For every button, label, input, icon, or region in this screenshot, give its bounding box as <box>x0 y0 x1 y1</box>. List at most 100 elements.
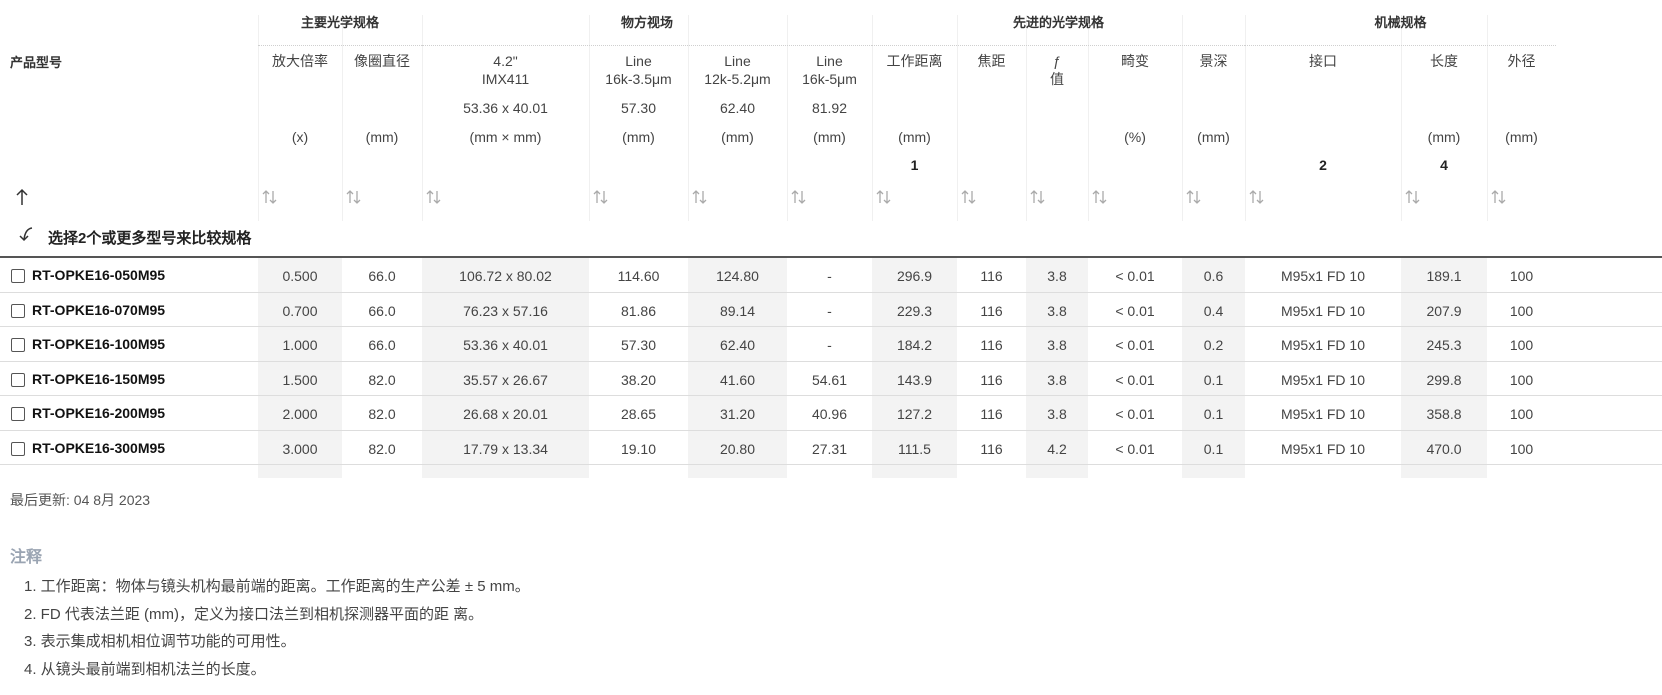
column-header-line: 值 <box>1050 71 1064 87</box>
compare-checkbox[interactable] <box>11 407 25 421</box>
column-note-ref: 4 <box>1440 157 1448 173</box>
column-unit: (mm) <box>365 129 399 145</box>
cell-l35: 57.30 <box>620 337 657 353</box>
column-header-line: IMX411 <box>481 71 530 87</box>
column-header-len[interactable]: 长度 <box>1401 52 1487 70</box>
column-header-mag[interactable]: 放大倍率 <box>258 52 342 70</box>
column-header-line: 景深 <box>1199 53 1228 69</box>
column-header-l5[interactable]: Line 16k-5μm <box>787 52 872 88</box>
model-column-header[interactable]: 产品型号 <box>10 52 62 71</box>
sort-arrows-icon[interactable] <box>1185 188 1205 208</box>
column-reference-value: 53.36 x 40.01 <box>463 100 548 116</box>
cell-wd: 229.3 <box>896 302 933 319</box>
arrow-up-icon[interactable] <box>14 187 30 207</box>
cell-l5: - <box>827 302 832 319</box>
column-header-line: ƒ <box>1053 53 1061 69</box>
cell-od: 100 <box>1509 268 1534 284</box>
sort-arrows-icon[interactable] <box>261 188 281 208</box>
column-header-l52[interactable]: Line 12k-5.2μm <box>688 52 787 88</box>
model-link[interactable]: RT-OPKE16-150M95 <box>32 371 165 387</box>
table-row[interactable]: RT-OPKE16-050M95 0.500 66.0 106.72 x 80.02 1… <box>0 258 1662 294</box>
column-header-line: 放大倍率 <box>272 53 328 69</box>
column-header-l35[interactable]: Line 16k-3.5μm <box>589 52 688 88</box>
sort-arrows-icon[interactable] <box>1404 188 1424 208</box>
sort-arrows-icon[interactable] <box>691 188 711 208</box>
cell-l52: 62.40 <box>719 337 756 353</box>
column-header-line: 长度 <box>1430 53 1458 69</box>
sort-arrows-icon[interactable] <box>1248 188 1268 208</box>
model-link[interactable]: RT-OPKE16-300M95 <box>32 440 165 456</box>
cell-dof: 0.2 <box>1203 337 1224 353</box>
sort-arrows-icon[interactable] <box>790 188 810 208</box>
sort-arrows-icon[interactable] <box>1091 188 1111 208</box>
cell-mount: M95x1 FD 10 <box>1280 440 1366 457</box>
column-header-fno[interactable]: ƒ值 <box>1026 52 1088 88</box>
cell-dist: < 0.01 <box>1115 337 1155 353</box>
cell-od: 100 <box>1509 406 1534 422</box>
cell-img: 82.0 <box>368 440 396 457</box>
cell-wd: 143.9 <box>896 371 933 388</box>
last-updated: 最后更新: 04 8月 2023 <box>10 492 151 508</box>
group-header-main: 主要光学规格 <box>258 15 422 46</box>
column-header-wd[interactable]: 工作距离 <box>872 52 957 70</box>
sort-arrows-icon[interactable] <box>1029 188 1049 208</box>
model-link[interactable]: RT-OPKE16-070M95 <box>32 302 165 318</box>
sort-arrows-icon[interactable] <box>592 188 612 208</box>
cell-fl: 116 <box>980 268 1003 284</box>
sort-arrows-icon[interactable] <box>1490 188 1510 208</box>
cell-mount: M95x1 FD 10 <box>1280 406 1366 422</box>
cell-dof: 0.1 <box>1203 406 1224 422</box>
sort-arrows-icon[interactable] <box>875 188 895 208</box>
model-link[interactable]: RT-OPKE16-200M95 <box>32 405 165 421</box>
note-item: 4. 从镜头最前端到相机法兰的长度。 <box>24 660 266 678</box>
notes-list: 1. 工作距离：物体与镜头机构最前端的距离。工作距离的生产公差 ± 5 mm。 2… <box>24 575 530 685</box>
compare-checkbox[interactable] <box>11 372 25 387</box>
column-header-line: 外径 <box>1507 53 1536 69</box>
column-header-mount[interactable]: 接口 <box>1245 52 1401 70</box>
table-row[interactable]: RT-OPKE16-070M95 0.700 66.0 76.23 x 57.16 81… <box>0 293 1662 329</box>
cell-dof: 0.4 <box>1203 302 1224 319</box>
column-header-fl[interactable]: 焦距 <box>957 52 1026 70</box>
cell-img: 66.0 <box>368 337 396 353</box>
compare-checkbox[interactable] <box>11 441 25 456</box>
sort-arrows-icon[interactable] <box>425 188 445 208</box>
cell-mag: 1.000 <box>282 337 318 353</box>
cell-fl: 116 <box>980 440 1003 457</box>
column-header-od[interactable]: 外径 <box>1487 52 1556 70</box>
cell-mount: M95x1 FD 10 <box>1280 337 1366 353</box>
cell-l52: 31.20 <box>719 406 756 422</box>
cell-l5: 40.96 <box>811 406 848 422</box>
cell-mount: M95x1 FD 10 <box>1280 268 1366 284</box>
sort-arrows-icon[interactable] <box>345 188 365 208</box>
cell-l35: 114.60 <box>617 268 660 284</box>
table-row[interactable]: RT-OPKE16-200M95 2.000 82.0 26.68 x 20.01 28… <box>0 396 1662 432</box>
compare-checkbox[interactable] <box>11 338 25 352</box>
column-header-dof[interactable]: 景深 <box>1182 52 1245 70</box>
curved-arrow-down-left-icon <box>16 224 36 244</box>
model-link[interactable]: RT-OPKE16-100M95 <box>32 336 165 352</box>
column-unit: (mm) <box>721 129 754 145</box>
compare-checkbox[interactable] <box>11 269 25 283</box>
cell-imx: 53.36 x 40.01 <box>463 337 548 353</box>
cell-dist: < 0.01 <box>1115 302 1155 319</box>
column-header-img[interactable]: 像圈直径 <box>342 52 422 70</box>
table-row[interactable]: RT-OPKE16-100M95 1.000 66.0 53.36 x 40.01 57… <box>0 327 1662 363</box>
sort-arrows-icon[interactable] <box>960 188 980 208</box>
cell-fl: 116 <box>980 337 1003 353</box>
cell-fno: 3.8 <box>1047 337 1067 353</box>
cell-fl: 116 <box>980 302 1003 319</box>
model-link[interactable]: RT-OPKE16-050M95 <box>32 267 165 283</box>
compare-checkbox[interactable] <box>11 303 25 318</box>
cell-len: 245.3 <box>1426 337 1462 353</box>
cell-l35: 19.10 <box>620 440 657 457</box>
column-unit: (mm) <box>898 129 931 145</box>
cell-mag: 0.700 <box>282 302 318 319</box>
cell-img: 66.0 <box>368 268 396 284</box>
table-row[interactable]: RT-OPKE16-150M95 1.500 82.0 35.57 x 26.67 38… <box>0 362 1662 398</box>
table-row[interactable]: RT-OPKE16-300M95 3.000 82.0 17.79 x 13.34 19… <box>0 431 1662 467</box>
cell-l35: 81.86 <box>620 302 657 319</box>
column-header-line: 接口 <box>1309 53 1337 69</box>
column-header-imx[interactable]: 4.2" IMX411 <box>422 52 589 88</box>
column-header-dist[interactable]: 畸变 <box>1088 52 1182 70</box>
cell-l52: 124.80 <box>716 268 759 284</box>
